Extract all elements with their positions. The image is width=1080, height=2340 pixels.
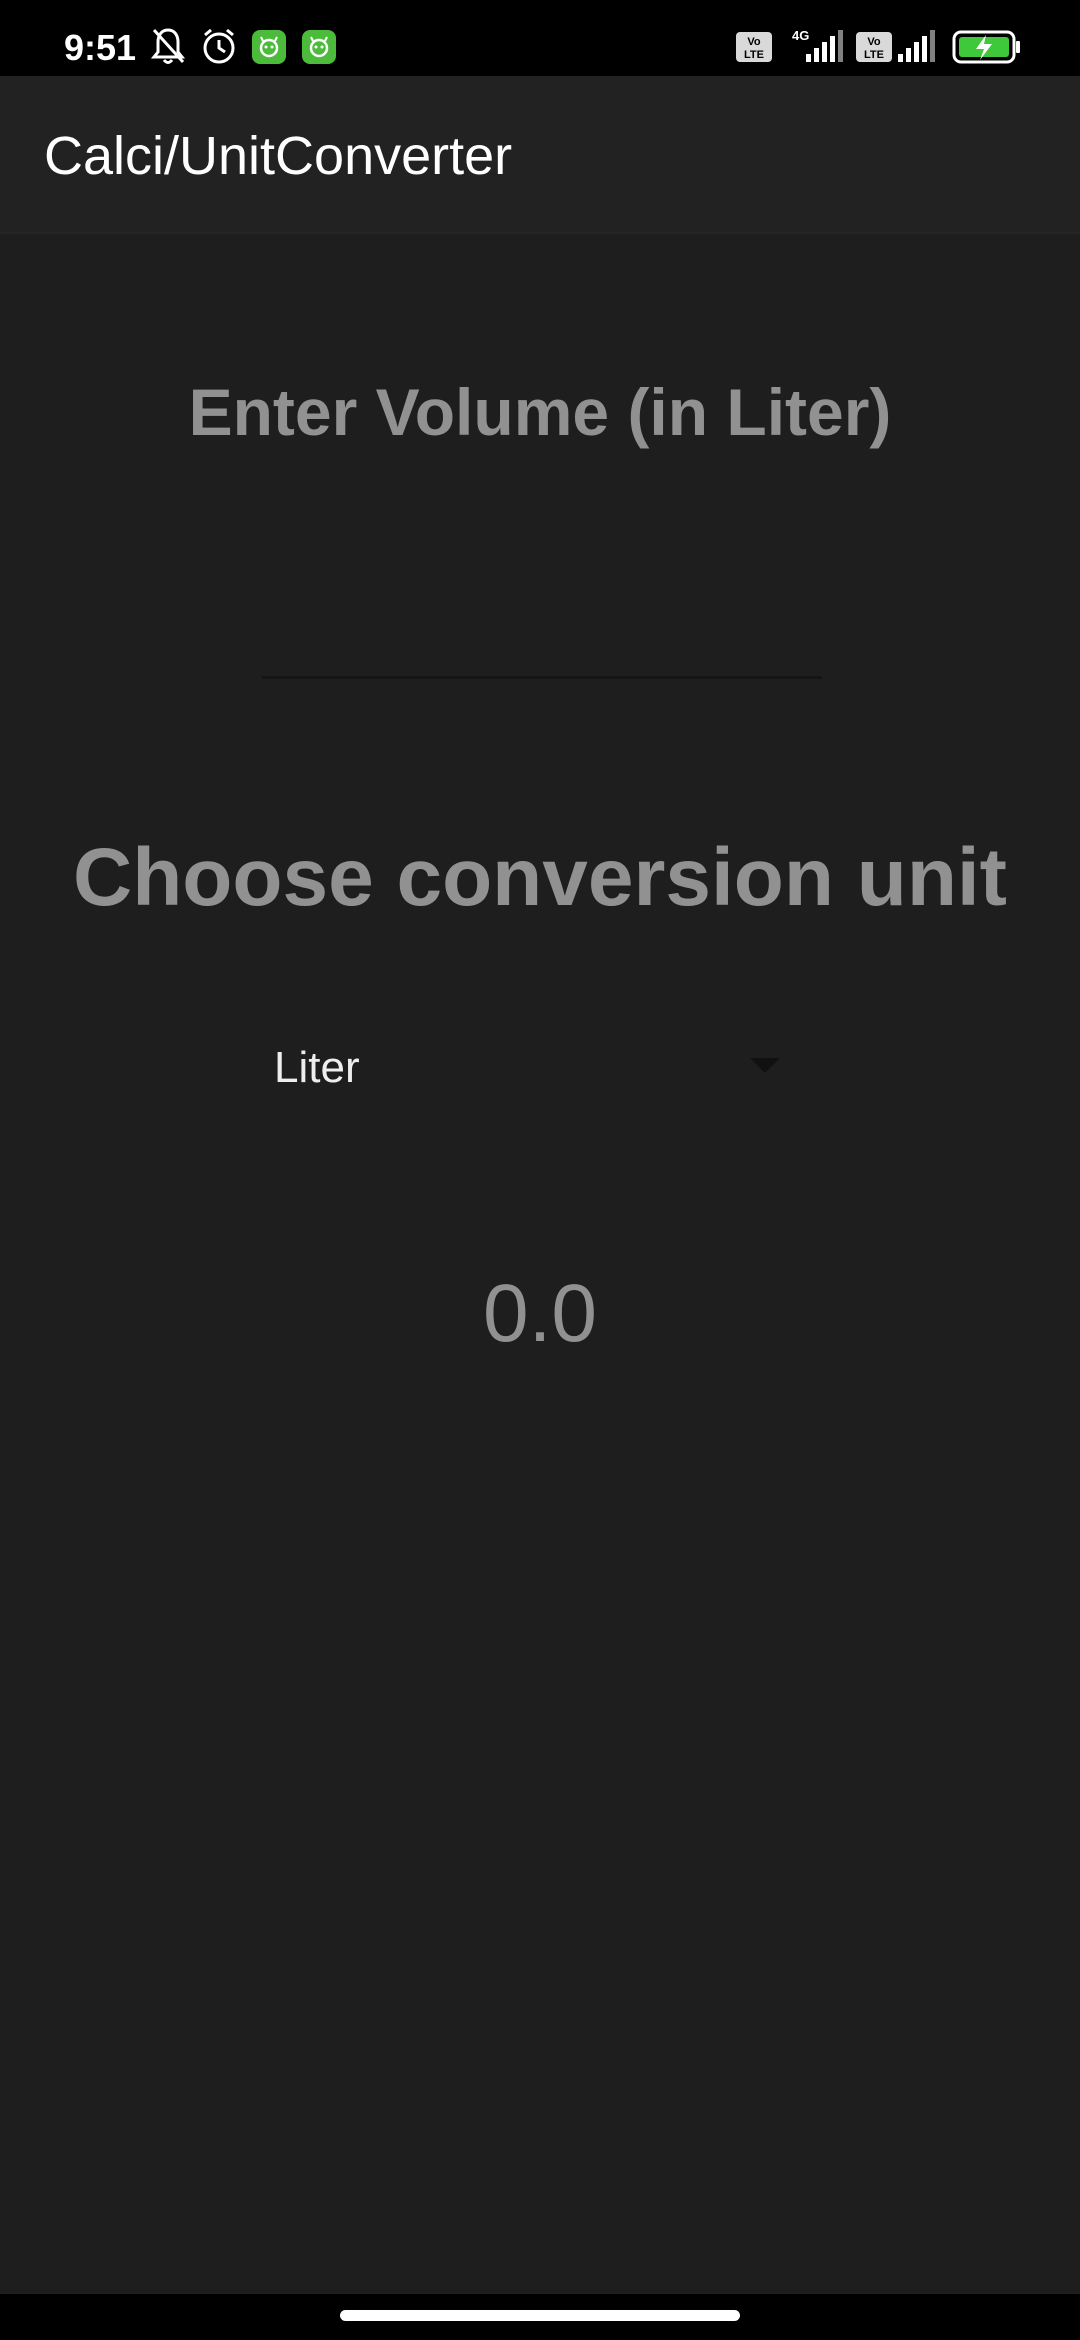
- volte-icon: Vo LTE: [856, 32, 892, 67]
- navigation-bar: [0, 2294, 1080, 2340]
- dropdown-arrow-icon: [750, 1058, 780, 1073]
- svg-text:LTE: LTE: [744, 49, 764, 61]
- volume-label: Enter Volume (in Liter): [188, 375, 892, 449]
- volte-icon: Vo LTE: [736, 32, 772, 67]
- status-time: 9:51: [64, 27, 137, 68]
- status-bar: 9:51 Vo LTE 4G Vo LTE: [0, 0, 1080, 76]
- app-notification-icon: [302, 30, 336, 69]
- volume-input[interactable]: [262, 524, 822, 679]
- app-title: Calci/UnitConverter: [44, 126, 513, 186]
- signal-4g-icon: 4G: [784, 28, 844, 69]
- conversion-unit-label: Choose conversion unit: [73, 832, 1007, 923]
- app-notification-icon: [252, 30, 286, 69]
- unit-dropdown[interactable]: Liter: [262, 1022, 802, 1112]
- svg-text:LTE: LTE: [864, 49, 884, 61]
- result-value: 0.0: [483, 1268, 597, 1359]
- alarm-icon: [200, 26, 238, 71]
- converter-content: Enter Volume (in Liter) Choose conversio…: [0, 234, 1080, 2294]
- app-bar: Calci/UnitConverter: [0, 76, 1080, 234]
- svg-text:Vo: Vo: [867, 36, 881, 48]
- battery-charging-icon: [952, 30, 1022, 69]
- svg-text:Vo: Vo: [747, 36, 761, 48]
- muted-bell-icon: [150, 26, 186, 71]
- selected-unit: Liter: [274, 1043, 360, 1092]
- signal-icon: [896, 30, 938, 69]
- home-indicator[interactable]: [340, 2310, 740, 2321]
- svg-text:4G: 4G: [792, 28, 809, 43]
